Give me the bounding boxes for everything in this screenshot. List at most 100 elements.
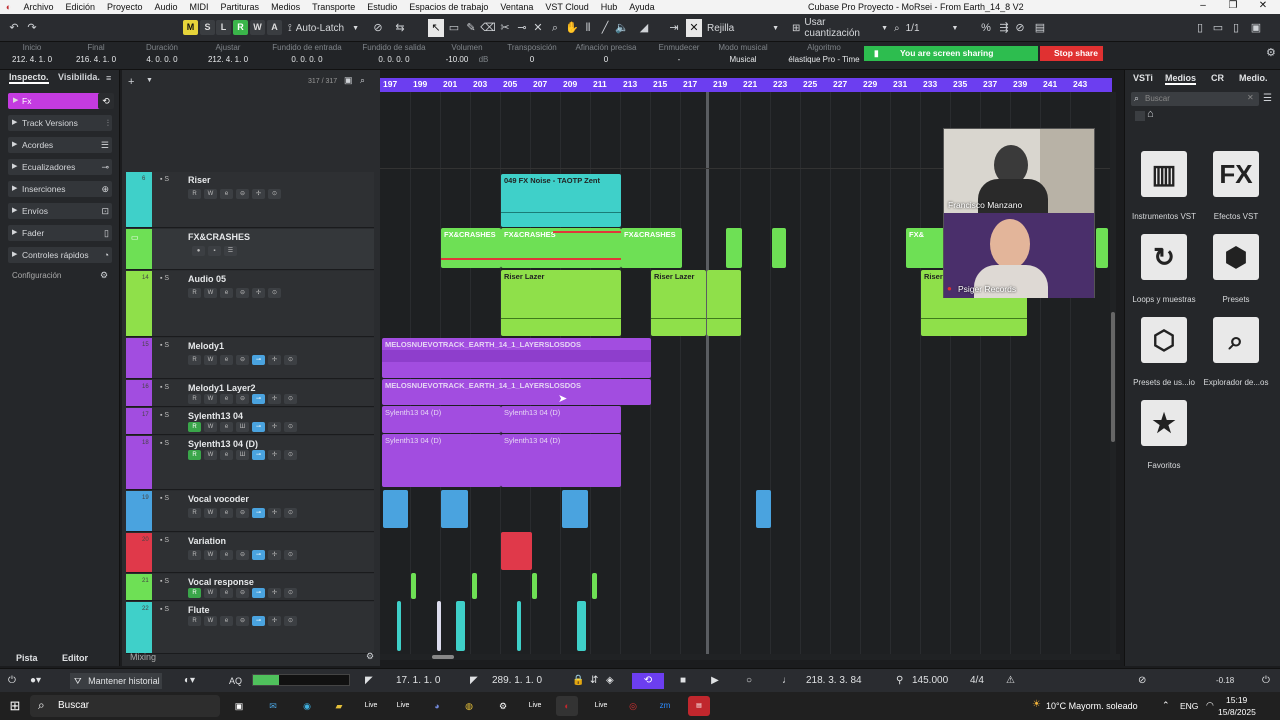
live-app-icon[interactable]: Live — [392, 696, 414, 716]
mail-icon[interactable]: ✉ — [262, 696, 284, 716]
tray-chevron-icon[interactable]: ⌃ — [1162, 700, 1170, 711]
event-riser-lazer-3[interactable] — [707, 270, 741, 336]
configuration-label[interactable]: Configuración — [12, 271, 61, 280]
menu-transporte[interactable]: Transporte — [306, 2, 361, 12]
menu-estudio[interactable]: Estudio — [361, 2, 403, 12]
playhead[interactable] — [706, 92, 709, 654]
play-button[interactable]: ▶ — [706, 673, 724, 689]
info-finetune[interactable]: Afinación precisa 0 — [572, 43, 640, 64]
grid-type-select[interactable]: Rejilla ▼ — [704, 19, 782, 37]
event-sylenth-2b[interactable]: Sylenth13 04 (D) — [501, 434, 621, 487]
line-tool-icon[interactable]: ╱ — [597, 19, 613, 37]
quantize-select[interactable]: ⊞ Usar cuantización ▼ — [792, 17, 888, 39]
track-riser[interactable]: 6 ▪ S Riser R We ⊖ ✢ ⊙ — [126, 172, 374, 228]
zoom-tool-icon[interactable]: ⌕ — [547, 19, 563, 37]
punch-icon[interactable]: ◐▾ — [184, 673, 195, 689]
menu-medios[interactable]: Medios — [265, 2, 306, 12]
comp-tool-icon[interactable]: ⫴ — [580, 19, 596, 37]
menu-edicion[interactable]: Edición — [59, 2, 101, 12]
event-riser-lazer-2[interactable]: Riser Lazer — [651, 270, 706, 336]
event-melody1-layer2[interactable]: MELOSNUEVOTRACK_EARTH_14_1_LAYERSLOSDOS — [382, 379, 651, 405]
glue-tool-icon[interactable]: ⊸ — [514, 19, 530, 37]
quantize-value-select[interactable]: ⌕ 1/1 ▼ — [894, 19, 972, 37]
event-fx-crashes-4[interactable]: FX& — [906, 228, 946, 268]
event-fx-crashes-2[interactable]: FX&CRASHES — [501, 228, 621, 268]
locator-settings-icon[interactable]: ⇵ — [590, 673, 598, 689]
track-vocal-response[interactable]: 21 ▪ S Vocal response R We ⊖ ⊸ ✢ ⊙ — [126, 574, 374, 601]
event-vocoder-4[interactable] — [756, 490, 771, 528]
clock-date[interactable]: 15/8/2025 — [1218, 707, 1256, 717]
quantize-reset-icon[interactable]: ⊘ — [1012, 19, 1028, 37]
event-sylenth-1b[interactable]: Sylenth13 04 (D) — [501, 406, 621, 433]
tab-visibility[interactable]: Visibilida. — [58, 72, 100, 82]
layout-full-icon[interactable]: ▣ — [1248, 19, 1264, 37]
cubase-icon[interactable]: ◐ — [556, 696, 578, 716]
tempo-display[interactable]: 145.000 — [912, 673, 948, 689]
info-snap[interactable]: Ajustar 212. 4. 1. 0 — [198, 43, 258, 64]
iterative-quantize-icon[interactable]: ⇶ — [996, 19, 1012, 37]
left-locator[interactable]: 17. 1. 1. 0 — [396, 673, 440, 689]
track-menu-icon[interactable]: ▼ — [146, 77, 153, 84]
stop-button[interactable]: ■ — [674, 673, 692, 689]
signature-display[interactable]: 4/4 — [970, 673, 984, 689]
track-audio-05[interactable]: 14 ▪ S Audio 05 R We ⊖ ✢ ⊙ — [126, 271, 374, 337]
info-algorithm[interactable]: Algoritmo élastique Pro - Time — [784, 43, 864, 64]
mute-tool-icon[interactable]: ✕ — [530, 19, 546, 37]
menu-proyecto[interactable]: Proyecto — [101, 2, 149, 12]
add-track-icon[interactable]: + — [128, 76, 134, 88]
marker-icon[interactable]: ◈ — [606, 673, 614, 689]
weather-text[interactable]: 10°C Mayorm. soleado — [1046, 701, 1138, 711]
live-app-icon[interactable]: Live — [524, 696, 546, 716]
event-vocoder-1[interactable] — [383, 490, 408, 528]
close-icon[interactable]: ✕ — [1248, 0, 1278, 11]
track-sylenth13-04-d[interactable]: 18 ▪ S Sylenth13 04 (D) R We Ш ⊸ ✢ ⊙ — [126, 436, 374, 490]
autolatch-select[interactable]: ⟟ Auto-Latch ▼ — [288, 19, 368, 37]
sync-icon[interactable]: ⊘ — [1138, 673, 1146, 689]
metronome-icon[interactable]: ♩ — [782, 673, 792, 689]
zoom-icon[interactable]: ⚙ — [366, 651, 374, 662]
event-vocal-response-3[interactable] — [532, 573, 537, 599]
track-fx-crashes[interactable]: ▭ FX&CRASHES ● ▪ ☰ — [126, 229, 374, 270]
event-fx-small-1[interactable] — [726, 228, 742, 268]
track-variation[interactable]: 20 ▪ S Variation R We ⊖ ⊸ ✢ ⊙ — [126, 533, 374, 573]
mute-mode-button[interactable]: M — [183, 20, 198, 35]
section-fader[interactable]: ▶ Fader ▯ — [8, 225, 112, 241]
track-melody1-layer2[interactable]: 16 ▪ S Melody1 Layer2 R We ⊖ ⊸ ✢ ⊙ — [126, 380, 374, 407]
event-vocal-response-4[interactable] — [592, 573, 597, 599]
nudge-icon[interactable]: ⇆ — [392, 19, 408, 37]
event-vocal-response-2[interactable] — [472, 573, 477, 599]
minimize-icon[interactable]: – — [1188, 0, 1218, 11]
event-flute-5[interactable] — [577, 601, 586, 651]
info-musical-mode[interactable]: Modo musical Musical — [712, 43, 774, 64]
home-icon[interactable]: ⌂ — [1147, 108, 1154, 120]
settings-icon[interactable]: ⊘ — [370, 19, 386, 37]
tab-inspector[interactable]: Inspecto. — [9, 72, 49, 84]
track-melody1[interactable]: 15 ▪ S Melody1 R We ⊖ ⊸ ✢ ⊙ — [126, 338, 374, 379]
automation-button[interactable]: A — [267, 20, 282, 35]
event-flute-3[interactable] — [456, 601, 465, 651]
position-display[interactable]: 218. 3. 3. 84 — [806, 673, 862, 689]
edge-icon[interactable]: ◉ — [296, 696, 318, 716]
info-length[interactable]: Duración 4. 0. 0. 0 — [132, 43, 192, 64]
wifi-icon[interactable]: ◠ — [1206, 700, 1214, 711]
right-locator-icon[interactable]: ◤ — [470, 673, 478, 689]
history-select[interactable]: ⛛ Mantener historial — [70, 673, 162, 689]
snap-icon[interactable]: ⇥ — [666, 19, 682, 37]
tab-media[interactable]: Medios — [1165, 73, 1197, 85]
menu-ventana[interactable]: Ventana — [494, 2, 539, 12]
menu-midi[interactable]: MIDI — [184, 2, 215, 12]
event-fx-small-2[interactable] — [772, 228, 786, 268]
pointer-tool-icon[interactable]: ↖ — [428, 19, 444, 37]
language-indicator[interactable]: ENG — [1180, 701, 1198, 711]
info-end[interactable]: Final 216. 4. 1. 0 — [68, 43, 124, 64]
timeline-ruler[interactable]: 197 199 201 203 205 207 209 211 213 215 … — [380, 78, 1112, 92]
event-variation[interactable] — [501, 532, 532, 570]
track-vocal-vocoder[interactable]: 19 ▪ S Vocal vocoder R We ⊖ ⊸ ✢ ⊙ — [126, 491, 374, 532]
tempo-icon[interactable]: ⚲ — [896, 673, 903, 689]
color-tool-icon[interactable]: ◢ — [636, 19, 652, 37]
auto-quantize-button[interactable]: AQ — [229, 673, 242, 689]
menu-partituras[interactable]: Partituras — [215, 2, 266, 12]
record-mode-icon[interactable]: ●▾ — [30, 673, 41, 689]
event-melody1[interactable]: MELOSNUEVOTRACK_EARTH_14_1_LAYERSLOSDOS — [382, 338, 651, 378]
more-icon[interactable]: ▤ — [1032, 19, 1048, 37]
